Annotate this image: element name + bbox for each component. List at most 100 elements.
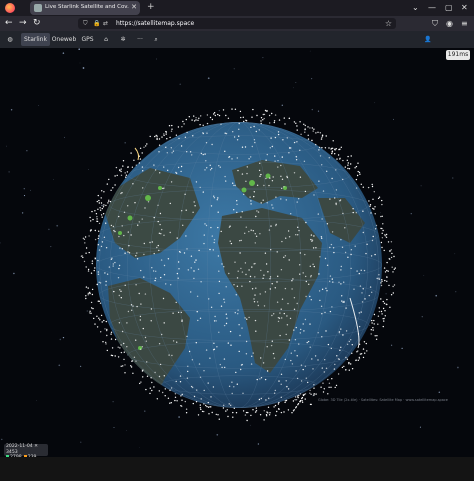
satellite-dot[interactable] <box>339 199 342 201</box>
satellite-dot[interactable] <box>94 323 96 325</box>
satellite-dot[interactable] <box>321 367 323 369</box>
satellite-dot[interactable] <box>313 384 315 386</box>
satellite-dot[interactable] <box>249 275 252 278</box>
satellite-dot[interactable] <box>340 283 342 285</box>
satellite-dot[interactable] <box>140 269 142 272</box>
satellite-dot[interactable] <box>164 395 166 397</box>
satellite-dot[interactable] <box>311 139 313 142</box>
satellite-dot[interactable] <box>340 265 342 268</box>
satellite-dot[interactable] <box>393 268 395 270</box>
satellite-dot[interactable] <box>177 126 180 128</box>
satellite-dot[interactable] <box>382 300 384 303</box>
satellite-dot[interactable] <box>309 346 311 348</box>
satellite-dot[interactable] <box>139 147 142 149</box>
satellite-dot[interactable] <box>100 202 103 204</box>
satellite-dot[interactable] <box>101 216 103 218</box>
satellite-dot[interactable] <box>88 251 90 254</box>
satellite-dot[interactable] <box>225 410 227 412</box>
satellite-dot[interactable] <box>350 155 352 157</box>
satellite-dot[interactable] <box>329 275 332 277</box>
satellite-dot[interactable] <box>180 165 183 168</box>
satellite-dot[interactable] <box>342 334 344 336</box>
satellite-dot[interactable] <box>190 291 192 293</box>
satellite-dot[interactable] <box>218 331 220 333</box>
satellite-dot[interactable] <box>237 313 239 315</box>
satellite-dot[interactable] <box>210 306 213 308</box>
satellite-dot[interactable] <box>264 291 267 293</box>
satellite-dot[interactable] <box>236 277 239 279</box>
satellite-dot[interactable] <box>331 278 333 280</box>
satellite-dot[interactable] <box>383 320 385 322</box>
satellite-dot[interactable] <box>118 267 120 270</box>
satellite-dot[interactable] <box>181 399 183 401</box>
satellite-dot[interactable] <box>362 288 364 290</box>
satellite-dot[interactable] <box>289 317 292 320</box>
satellite-dot[interactable] <box>105 284 107 286</box>
satellite-dot[interactable] <box>130 304 133 306</box>
satellite-dot[interactable] <box>108 266 111 268</box>
satellite-dot[interactable] <box>227 117 230 120</box>
satellite-dot[interactable] <box>144 336 147 339</box>
satellite-dot[interactable] <box>89 216 91 219</box>
satellite-dot[interactable] <box>170 147 172 149</box>
satellite-dot[interactable] <box>321 313 323 315</box>
satellite-dot[interactable] <box>241 285 243 287</box>
satellite-dot[interactable] <box>102 213 105 215</box>
satellite-dot[interactable] <box>181 393 183 396</box>
satellite-dot[interactable] <box>84 236 87 238</box>
satellite-dot[interactable] <box>223 301 226 303</box>
satellite-dot[interactable] <box>218 165 220 167</box>
satellite-dot[interactable] <box>309 323 311 325</box>
satellite-dot[interactable] <box>163 134 165 137</box>
satellite-dot[interactable] <box>354 245 356 247</box>
satellite-dot[interactable] <box>111 354 114 357</box>
satellite-dot[interactable] <box>310 274 312 277</box>
satellite-dot[interactable] <box>295 370 297 372</box>
satellite-dot[interactable] <box>278 401 280 404</box>
satellite-dot[interactable] <box>310 276 312 278</box>
satellite-dot[interactable] <box>291 288 293 290</box>
satellite-dot[interactable] <box>324 147 327 149</box>
satellite-dot[interactable] <box>85 297 87 300</box>
satellite-dot[interactable] <box>225 322 228 325</box>
satellite-dot[interactable] <box>183 252 186 254</box>
satellite-dot[interactable] <box>295 399 298 401</box>
satellite-dot[interactable] <box>105 343 107 345</box>
satellite-dot[interactable] <box>163 234 165 236</box>
satellite-dot[interactable] <box>87 292 90 294</box>
satellite-dot[interactable] <box>385 233 388 236</box>
satellite-dot[interactable] <box>269 177 271 179</box>
satellite-dot[interactable] <box>258 129 260 131</box>
satellite-dot[interactable] <box>263 419 265 421</box>
satellite-dot[interactable] <box>136 305 138 308</box>
satellite-dot[interactable] <box>287 302 289 305</box>
satellite-dot[interactable] <box>151 389 153 392</box>
satellite-dot[interactable] <box>256 378 258 381</box>
satellite-dot[interactable] <box>240 216 242 218</box>
satellite-dot[interactable] <box>340 146 342 148</box>
satellite-dot[interactable] <box>93 269 95 272</box>
satellite-dot[interactable] <box>177 311 180 314</box>
satellite-dot[interactable] <box>210 396 212 398</box>
satellite-dot[interactable] <box>186 151 188 153</box>
satellite-dot[interactable] <box>359 353 362 355</box>
satellite-dot[interactable] <box>187 365 189 367</box>
satellite-dot[interactable] <box>288 152 290 154</box>
satellite-dot[interactable] <box>138 221 140 223</box>
satellite-dot[interactable] <box>131 360 133 362</box>
satellite-dot[interactable] <box>380 284 383 287</box>
satellite-dot[interactable] <box>299 401 301 403</box>
satellite-dot[interactable] <box>170 181 173 183</box>
reload-icon[interactable]: ↻ <box>33 18 41 29</box>
satellite-dot[interactable] <box>288 236 291 238</box>
satellite-dot[interactable] <box>100 314 103 317</box>
satellite-dot[interactable] <box>319 132 321 134</box>
satellite-dot[interactable] <box>181 320 183 322</box>
satellite-dot[interactable] <box>108 199 110 201</box>
satellite-dot[interactable] <box>347 167 349 170</box>
satellite-dot[interactable] <box>195 342 197 344</box>
satellite-dot[interactable] <box>258 398 261 401</box>
satellite-dot[interactable] <box>109 200 112 203</box>
satellite-dot[interactable] <box>250 363 253 365</box>
satellite-dot[interactable] <box>213 320 216 322</box>
